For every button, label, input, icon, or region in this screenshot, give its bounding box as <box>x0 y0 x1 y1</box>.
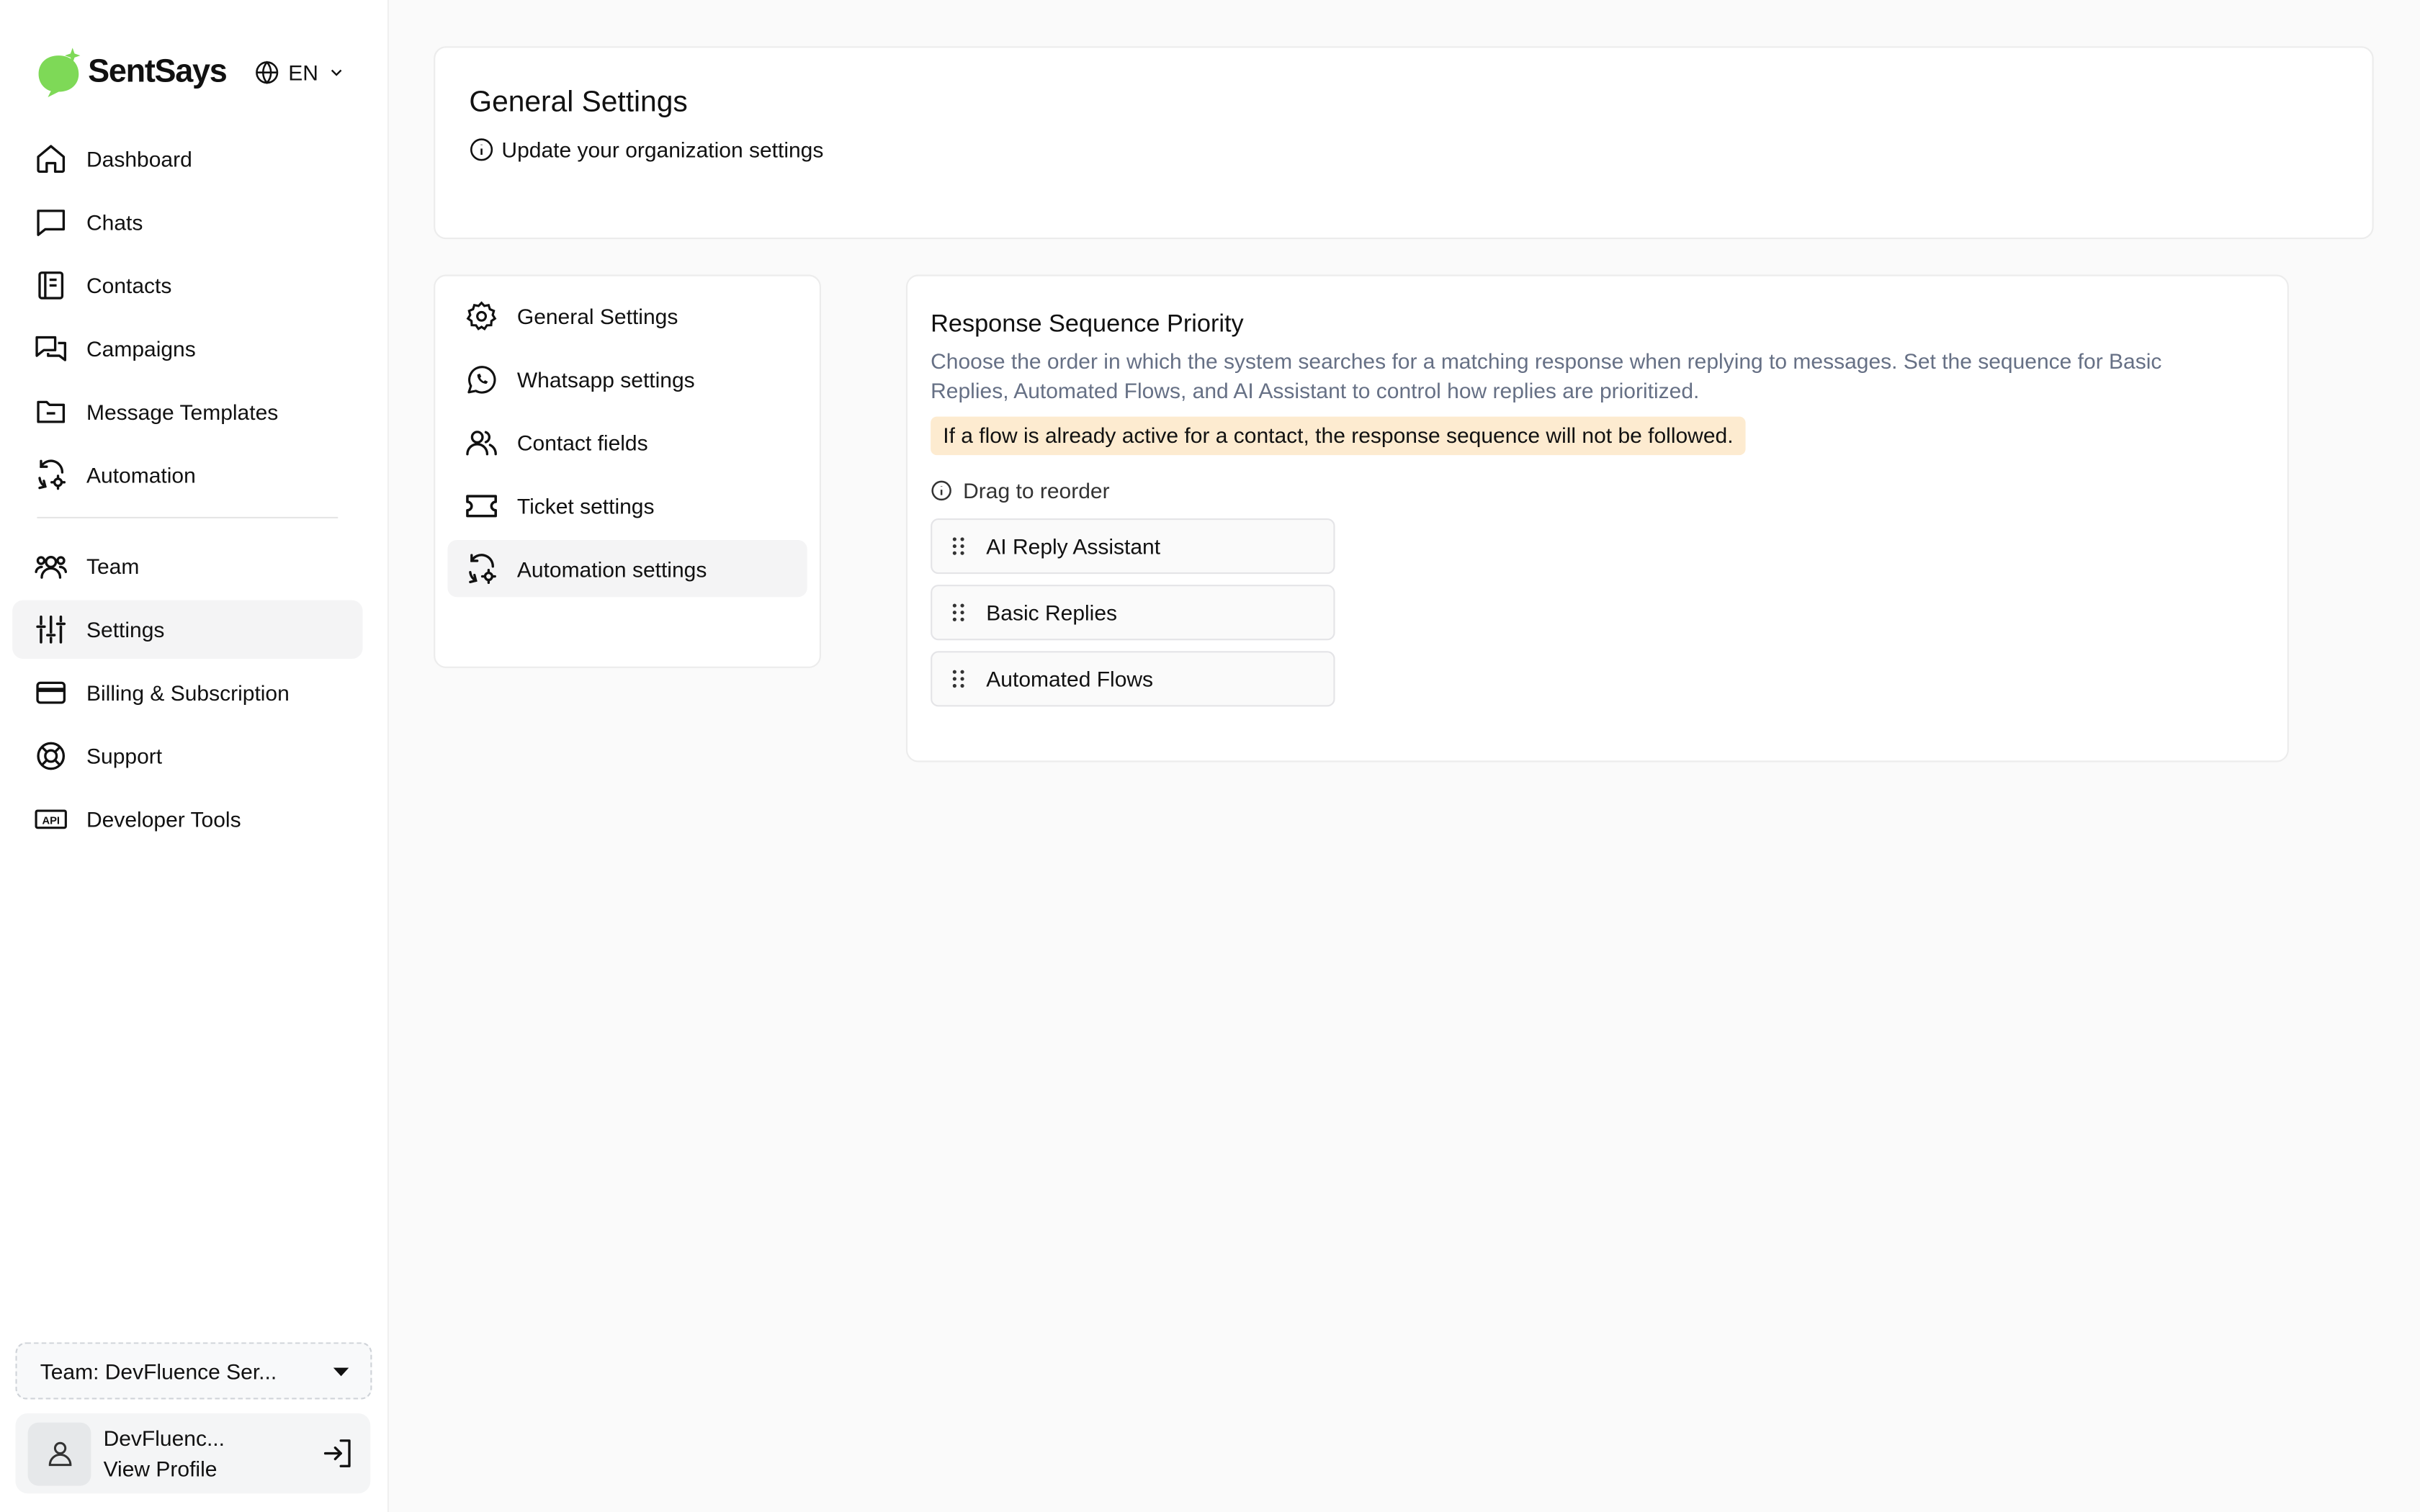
sequence-item-label: Automated Flows <box>986 666 1154 691</box>
page-title: General Settings <box>469 86 688 119</box>
contacts-book-icon <box>38 271 64 300</box>
sidebar-item-developer-tools[interactable]: API Developer Tools <box>12 790 362 848</box>
sidebar-nav: Dashboard Chats Contacts Campaigns Messa… <box>12 130 363 853</box>
sidebar-item-label: Campaigns <box>86 336 196 361</box>
sidebar-item-dashboard[interactable]: Dashboard <box>12 130 362 188</box>
info-icon <box>931 480 951 501</box>
page-subtitle-text: Update your organization settings <box>501 137 824 162</box>
sidebar-item-billing[interactable]: Billing & Subscription <box>12 663 362 721</box>
users-icon <box>466 430 497 455</box>
sentsays-logo-icon <box>38 48 81 97</box>
page-subtitle: Update your organization settings <box>469 138 823 162</box>
automation-icon <box>469 553 496 583</box>
logo[interactable]: SentSays <box>37 48 228 97</box>
api-icon: API <box>35 809 67 829</box>
lifebuoy-icon <box>37 742 66 770</box>
drag-handle-icon[interactable] <box>948 668 969 690</box>
brand-name: SentSays <box>88 54 228 90</box>
menu-item-ticket-settings[interactable]: Ticket settings <box>447 477 807 534</box>
sidebar-item-label: Settings <box>86 617 165 642</box>
folder-icon <box>37 400 66 423</box>
page-header: General Settings Update your organizatio… <box>434 46 2374 240</box>
sequence-item-automated-flows[interactable]: Automated Flows <box>931 651 1335 707</box>
user-icon <box>48 1441 71 1467</box>
menu-item-automation-settings[interactable]: Automation settings <box>447 540 807 598</box>
avatar[interactable] <box>27 1421 91 1485</box>
gear-icon <box>466 300 497 330</box>
chat-icon <box>37 210 66 236</box>
drag-hint: Drag to reorder <box>931 478 1110 503</box>
home-icon <box>37 145 66 174</box>
menu-item-label: General Settings <box>516 303 678 328</box>
menu-item-label: Automation settings <box>516 556 707 581</box>
whatsapp-icon <box>467 365 496 393</box>
sidebar-item-chats[interactable]: Chats <box>12 193 362 251</box>
profile-card[interactable]: DevFluenc... View Profile <box>15 1413 371 1494</box>
team-icon <box>35 555 68 579</box>
drag-hint-text: Drag to reorder <box>963 478 1110 503</box>
menu-item-label: Contact fields <box>516 429 648 455</box>
sidebar-item-label: Support <box>86 743 163 769</box>
sliders-icon <box>36 615 66 644</box>
sequence-list: AI Reply Assistant Basic Replies Automat… <box>931 518 1335 717</box>
section-title: Response Sequence Priority <box>931 311 1244 338</box>
language-code: EN <box>288 60 318 85</box>
sidebar-item-label: Chats <box>86 210 143 235</box>
chevron-down-icon <box>331 69 342 76</box>
automation-icon <box>38 459 66 490</box>
sidebar-item-automation[interactable]: Automation <box>12 446 362 504</box>
sequence-item-label: Basic Replies <box>986 600 1118 625</box>
sidebar-item-label: Automation <box>86 462 196 488</box>
sidebar: SentSays EN Dashboard Chats Contacts Cam… <box>0 0 389 1512</box>
menu-item-contact-fields[interactable]: Contact fields <box>447 413 807 470</box>
sequence-item-ai-reply-assistant[interactable]: AI Reply Assistant <box>931 518 1335 575</box>
sidebar-item-label: Message Templates <box>86 400 279 425</box>
info-icon <box>470 138 493 161</box>
sidebar-item-label: Billing & Subscription <box>86 680 290 706</box>
menu-item-label: Ticket settings <box>516 492 655 518</box>
section-description: Choose the order in which the system sea… <box>931 348 2162 403</box>
view-profile-link[interactable]: View Profile <box>104 1454 321 1485</box>
campaigns-icon <box>35 336 67 361</box>
credit-card-icon <box>36 681 66 704</box>
sidebar-item-support[interactable]: Support <box>12 726 362 785</box>
sidebar-item-campaigns[interactable]: Campaigns <box>12 320 362 378</box>
menu-item-label: Whatsapp settings <box>516 366 695 392</box>
sidebar-item-label: Developer Tools <box>86 806 241 832</box>
ticket-icon <box>466 494 497 517</box>
sidebar-item-label: Team <box>86 554 140 579</box>
sidebar-item-label: Contacts <box>86 273 172 298</box>
sequence-item-basic-replies[interactable]: Basic Replies <box>931 585 1335 641</box>
nav-divider <box>37 516 339 518</box>
profile-name: DevFluenc... <box>103 1425 225 1451</box>
sequence-item-label: AI Reply Assistant <box>986 534 1161 559</box>
team-select-label: Team: DevFluence Ser... <box>40 1358 277 1384</box>
sidebar-item-message-templates[interactable]: Message Templates <box>12 382 362 441</box>
caret-down-icon <box>333 1367 349 1376</box>
logout-icon[interactable] <box>321 1436 355 1470</box>
sidebar-item-contacts[interactable]: Contacts <box>12 256 362 315</box>
warning-banner: If a flow is already active for a contac… <box>931 416 1746 456</box>
team-select[interactable]: Team: DevFluence Ser... <box>15 1342 372 1400</box>
sidebar-item-label: Dashboard <box>86 146 192 171</box>
sidebar-item-settings[interactable]: Settings <box>12 600 363 659</box>
drag-handle-icon[interactable] <box>948 536 969 557</box>
sidebar-item-team[interactable]: Team <box>12 537 362 595</box>
language-selector[interactable]: EN <box>254 60 346 85</box>
drag-handle-icon[interactable] <box>948 602 969 624</box>
settings-menu: General Settings Whatsapp settings Conta… <box>434 274 821 668</box>
response-sequence-card: Response Sequence Priority Choose the or… <box>905 274 2289 762</box>
brand-row: SentSays EN <box>37 46 346 99</box>
svg-text:API: API <box>42 815 60 827</box>
globe-icon <box>255 60 278 84</box>
menu-item-general-settings[interactable]: General Settings <box>447 287 807 344</box>
menu-item-whatsapp-settings[interactable]: Whatsapp settings <box>447 350 807 407</box>
